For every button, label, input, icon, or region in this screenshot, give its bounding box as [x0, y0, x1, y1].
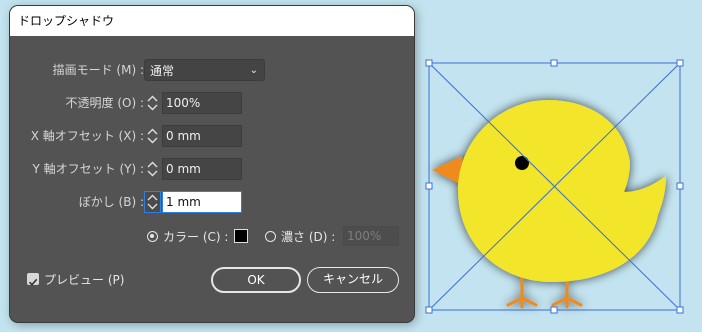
opacity-stepper[interactable] — [144, 92, 161, 114]
stepper-arrows-icon — [147, 194, 158, 210]
chick-body — [458, 100, 666, 282]
y-offset-input[interactable]: 0 mm — [162, 158, 242, 180]
blend-mode-select[interactable]: 通常 ⌄ — [144, 59, 265, 81]
blur-label: ぼかし (B) : — [78, 195, 144, 209]
stepper-arrows-icon — [147, 161, 158, 177]
y-offset-row: Y 軸オフセット (Y) : 0 mm — [10, 158, 414, 180]
darkness-input[interactable]: 100% — [343, 226, 399, 246]
ok-button[interactable]: OK — [211, 267, 301, 293]
checkmark-icon — [28, 278, 38, 286]
y-offset-label: Y 軸オフセット (Y) : — [32, 162, 144, 176]
opacity-label: 不透明度 (O) : — [65, 96, 144, 110]
x-offset-input[interactable]: 0 mm — [162, 125, 242, 147]
dialog-title[interactable]: ドロップシャドウ — [10, 6, 414, 36]
drop-shadow-dialog: ドロップシャドウ 描画モード (M) : 通常 ⌄ 不透明度 (O) : 100… — [10, 6, 414, 322]
preview-checkbox[interactable] — [27, 273, 39, 286]
color-option-label[interactable]: カラー (C) : — [163, 228, 228, 246]
stepper-arrows-icon — [147, 95, 158, 111]
x-offset-row: X 軸オフセット (X) : 0 mm — [10, 125, 414, 147]
opacity-row: 不透明度 (O) : 100% — [10, 92, 414, 114]
blend-mode-label: 描画モード (M) : — [52, 63, 144, 77]
darkness-radio[interactable] — [265, 231, 276, 242]
chick-illustration[interactable] — [432, 100, 666, 309]
x-offset-stepper[interactable] — [144, 125, 161, 147]
blur-stepper[interactable] — [144, 191, 161, 213]
cancel-button[interactable]: キャンセル — [307, 267, 399, 293]
opacity-input[interactable]: 100% — [162, 92, 242, 114]
stepper-arrows-icon — [147, 128, 158, 144]
darkness-option-label[interactable]: 濃さ (D) : — [281, 228, 335, 246]
chick-feet — [506, 276, 583, 309]
color-radio[interactable] — [147, 231, 158, 242]
x-offset-label: X 軸オフセット (X) : — [30, 129, 144, 143]
preview-label[interactable]: プレビュー (P) — [44, 271, 124, 288]
y-offset-stepper[interactable] — [144, 158, 161, 180]
shadow-color-swatch[interactable] — [234, 229, 248, 243]
chevron-down-icon: ⌄ — [249, 65, 258, 76]
chick-eye — [515, 156, 529, 170]
blur-row: ぼかし (B) : 1 mm — [10, 191, 414, 213]
blend-mode-value: 通常 — [150, 64, 175, 78]
blend-mode-row: 描画モード (M) : 通常 ⌄ — [10, 59, 414, 81]
blur-input[interactable]: 1 mm — [162, 191, 242, 213]
